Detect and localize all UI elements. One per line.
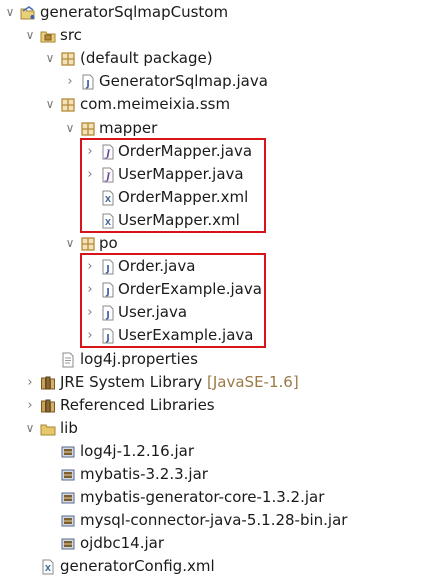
tree-item-project[interactable]: ∨ generatorSqlmapCustom — [0, 1, 443, 24]
tree-item-label: JRE System Library [JavaSE-1.6] — [60, 372, 299, 391]
tree-item-label: mybatis-generator-core-1.3.2.jar — [80, 488, 325, 507]
tree-item-mybatis-generator-core-jar[interactable]: mybatis-generator-core-1.3.2.jar — [0, 486, 443, 509]
chevron-right-icon[interactable]: › — [23, 371, 37, 394]
tree-item-label: com.meimeixia.ssm — [80, 95, 231, 114]
tree-item-ojdbc14-jar[interactable]: ojdbc14.jar — [0, 532, 443, 555]
tree-item-mapper-package[interactable]: ∨ mapper — [0, 117, 443, 140]
tree-item-label: log4j.properties — [80, 349, 198, 368]
project-icon — [20, 5, 35, 20]
package-icon — [60, 97, 75, 113]
highlight-po-files — [80, 253, 266, 349]
tree-item-label: generatorSqlmapCustom — [40, 3, 229, 21]
chevron-down-icon[interactable]: ∨ — [63, 117, 77, 140]
chevron-right-icon[interactable]: › — [63, 70, 77, 93]
chevron-down-icon[interactable]: ∨ — [43, 93, 57, 116]
tree-item-label: (default package) — [80, 49, 213, 68]
tree-item-lib-folder[interactable]: ∨ lib — [0, 417, 443, 440]
tree-item-log4j-properties[interactable]: log4j.properties — [0, 348, 443, 371]
tree-item-label: src — [60, 26, 82, 45]
chevron-right-icon[interactable]: › — [23, 394, 37, 417]
tree-item-label: mysql-connector-java-5.1.28-bin.jar — [80, 511, 348, 530]
package-explorer-tree: ∨ generatorSqlmapCustom ∨ src ∨ (default p… — [0, 0, 443, 578]
tree-item-generatorsqlmap-java[interactable]: › J GeneratorSqlmap.java — [0, 70, 443, 93]
jar-file-icon — [60, 490, 75, 505]
svg-text:X: X — [45, 564, 52, 573]
source-folder-icon — [40, 28, 56, 43]
tree-item-label: mapper — [99, 118, 158, 137]
jar-file-icon — [60, 467, 75, 482]
tree-item-label: generatorConfig.xml — [60, 557, 215, 576]
package-icon — [60, 51, 75, 66]
chevron-down-icon[interactable]: ∨ — [23, 24, 37, 47]
package-icon — [80, 121, 95, 136]
tree-item-mysql-connector-jar[interactable]: mysql-connector-java-5.1.28-bin.jar — [0, 509, 443, 532]
library-icon — [40, 398, 55, 413]
tree-item-default-package[interactable]: ∨ (default package) — [0, 47, 443, 70]
xml-file-icon: X — [40, 559, 55, 575]
tree-item-referenced-libraries[interactable]: › Referenced Libraries — [0, 394, 443, 417]
tree-item-label: GeneratorSqlmap.java — [99, 72, 268, 91]
tree-item-label: log4j-1.2.16.jar — [80, 441, 194, 460]
jar-file-icon — [60, 536, 75, 551]
chevron-down-icon[interactable]: ∨ — [3, 1, 17, 24]
chevron-down-icon[interactable]: ∨ — [23, 417, 37, 440]
folder-icon — [40, 421, 56, 436]
java-file-icon: J — [80, 74, 95, 90]
tree-item-src[interactable]: ∨ src — [0, 24, 443, 47]
chevron-down-icon[interactable]: ∨ — [63, 232, 77, 255]
properties-file-icon — [60, 352, 75, 367]
chevron-down-icon[interactable]: ∨ — [43, 47, 57, 70]
package-icon — [80, 236, 95, 251]
highlight-mapper-files — [80, 137, 266, 233]
tree-item-log4j-jar[interactable]: log4j-1.2.16.jar — [0, 440, 443, 463]
tree-item-label: ojdbc14.jar — [80, 534, 165, 553]
tree-item-jre-system-library[interactable]: › JRE System Library [JavaSE-1.6] — [0, 371, 443, 394]
tree-item-label: lib — [60, 418, 78, 437]
tree-item-label: po — [99, 234, 118, 252]
tree-item-label: mybatis-3.2.3.jar — [80, 465, 208, 483]
library-icon — [40, 375, 55, 390]
tree-item-po-package[interactable]: ∨ po — [0, 232, 443, 255]
library-version-decoration: [JavaSE-1.6] — [202, 372, 299, 391]
tree-item-generatorconfig-xml[interactable]: XgeneratorConfig.xml — [0, 555, 443, 578]
jar-file-icon — [60, 513, 75, 528]
tree-item-com-meimeixia-ssm[interactable]: ∨ com.meimeixia.ssm — [0, 93, 443, 116]
tree-item-mybatis-jar[interactable]: mybatis-3.2.3.jar — [0, 463, 443, 486]
jar-file-icon — [60, 444, 75, 459]
svg-text:J: J — [85, 80, 89, 90]
tree-item-label: Referenced Libraries — [60, 395, 215, 414]
